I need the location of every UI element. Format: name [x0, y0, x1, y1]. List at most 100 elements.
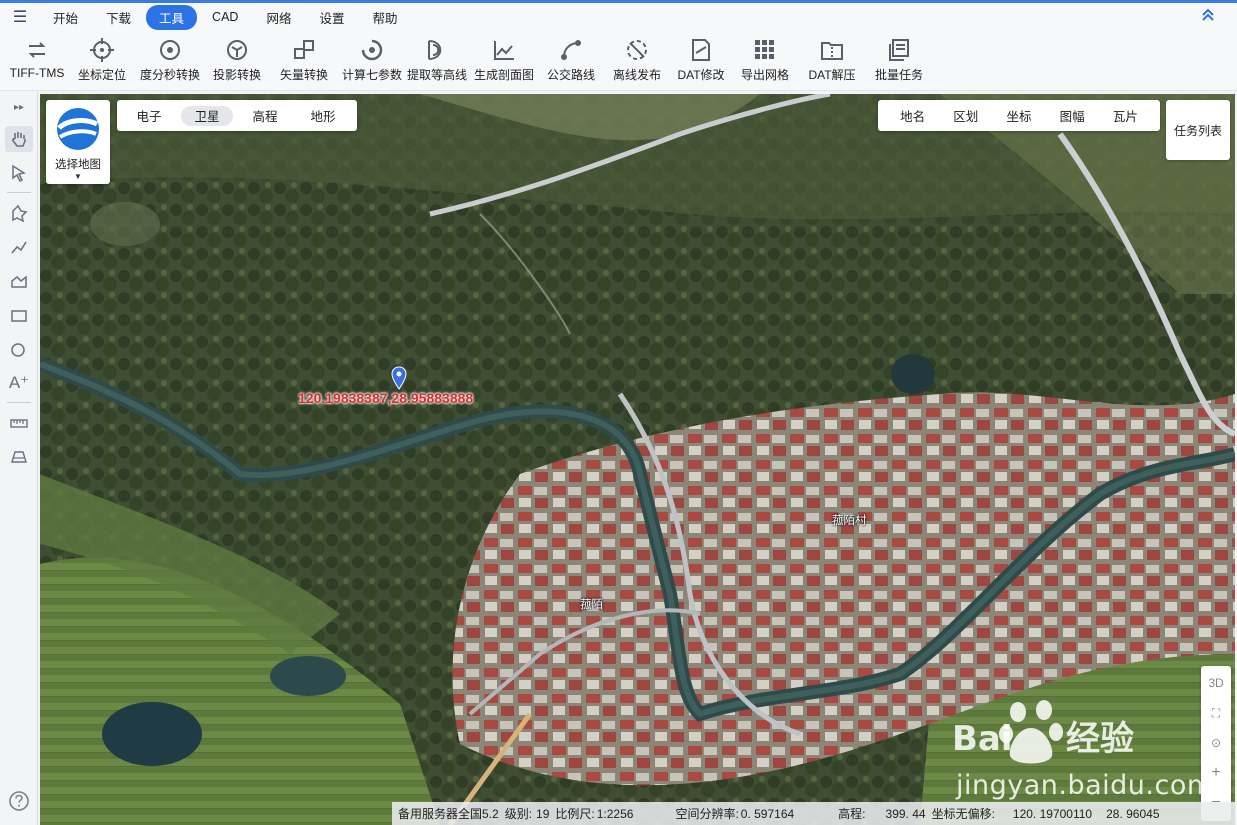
expand-panel-icon[interactable]: ▸▸	[5, 98, 33, 116]
tool-dat-unzip-button[interactable]: DAT解压	[798, 31, 866, 91]
status-server: 备用服务器全国5.2	[398, 807, 499, 821]
tool-label: 生成剖面图	[473, 68, 534, 82]
profile-icon	[494, 41, 514, 60]
place-label-hamlet: 菰陌	[580, 599, 603, 611]
tool-seven-params-button[interactable]: 计算七参数	[340, 31, 404, 91]
status-scale-label: 比例尺:	[555, 807, 595, 821]
marker-coordinate-label: 120.19838387,28.95883888	[298, 390, 474, 406]
status-elevation-label: 高程:	[838, 807, 866, 821]
measure-distance-icon[interactable]	[5, 410, 33, 436]
add-text-icon[interactable]: A⁺	[5, 370, 33, 396]
tool-offline-publish-button[interactable]: 离线发布	[604, 31, 670, 91]
tool-label: 提取等高线	[406, 68, 467, 82]
ribbon-toolbar: TIFF-TMS 坐标定位 度分秒转换 投影转换 矢量转换 计算七参数 提取等高…	[0, 31, 1237, 91]
select-arrow-icon[interactable]	[5, 160, 33, 186]
tool-dms-convert-button[interactable]: 度分秒转换	[134, 31, 206, 91]
tool-extract-contour-button[interactable]: 提取等高线	[404, 31, 470, 91]
swap-icon	[28, 42, 46, 58]
tool-projection-convert-button[interactable]: 投影转换	[206, 31, 268, 91]
menu-download[interactable]: 下载	[93, 5, 144, 30]
help-icon[interactable]	[8, 790, 30, 812]
select-map-label: 选择地图	[55, 159, 101, 171]
divider	[7, 402, 31, 403]
vector-icon	[294, 40, 314, 59]
layer-sheets[interactable]: 图幅	[1060, 106, 1085, 125]
menu-tools[interactable]: 工具	[146, 4, 198, 30]
measure-area-icon[interactable]	[5, 444, 33, 470]
tool-label: 离线发布	[612, 68, 661, 82]
draw-circle-icon[interactable]	[5, 336, 33, 362]
divider	[7, 192, 31, 193]
map-type-elevation[interactable]: 高程	[239, 106, 291, 126]
contour-icon	[428, 40, 442, 60]
map-controls: 3D ⛶ ⊙ + −	[1201, 666, 1231, 821]
task-list-button[interactable]: 任务列表	[1166, 100, 1230, 160]
bus-route-icon	[561, 40, 581, 60]
menu-start[interactable]: 开始	[40, 5, 91, 30]
layer-coordinates[interactable]: 坐标	[1006, 106, 1031, 125]
select-map-button[interactable]: 选择地图 ▼	[46, 100, 110, 184]
layer-toggles: 地名 区划 坐标 图幅 瓦片	[878, 100, 1160, 131]
layer-divisions[interactable]: 区划	[953, 106, 978, 125]
status-resolution-value: 0. 597164	[740, 806, 795, 821]
place-label-village: 菰陌村	[832, 515, 867, 527]
svg-text:Bai: Bai	[952, 719, 1013, 759]
left-toolbar: ▸▸ A⁺	[0, 92, 38, 825]
hamburger-icon[interactable]: ☰	[0, 3, 40, 31]
map-type-terrain[interactable]: 地形	[297, 106, 349, 126]
tool-tiff-tms-button[interactable]: TIFF-TMS	[4, 31, 70, 91]
tool-label: DAT修改	[677, 68, 725, 82]
map-view[interactable]: 选择地图 ▼ 电子 卫星 高程 地形 地名 区划 坐标 图幅 瓦片 任务列表 1…	[40, 94, 1235, 825]
toggle-3d-button[interactable]: 3D	[1201, 668, 1231, 698]
tool-label: 度分秒转换	[139, 68, 200, 82]
map-type-satellite[interactable]: 卫星	[181, 105, 233, 126]
menu-settings[interactable]: 设置	[306, 5, 357, 30]
caret-down-icon: ▼	[74, 172, 82, 181]
globe-icon	[57, 108, 99, 150]
tool-batch-task-button[interactable]: 批量任务	[866, 31, 932, 91]
menu-cad[interactable]: CAD	[199, 7, 251, 27]
map-type-switcher: 电子 卫星 高程 地形	[117, 100, 357, 131]
projection-icon	[227, 40, 247, 60]
tool-vector-convert-button[interactable]: 矢量转换	[268, 31, 340, 91]
tool-label: DAT解压	[808, 68, 856, 82]
status-resolution-label: 空间分辨率:	[675, 807, 739, 821]
menu-help[interactable]: 帮助	[359, 5, 410, 30]
tool-dat-edit-button[interactable]: DAT修改	[670, 31, 732, 91]
layer-tiles[interactable]: 瓦片	[1113, 106, 1138, 125]
locate-icon[interactable]: ⊙	[1201, 728, 1231, 758]
watermark-url: jingyan.baidu.com	[956, 770, 1214, 801]
tool-export-grid-button[interactable]: 导出网格	[732, 31, 798, 91]
tool-bus-route-button[interactable]: 公交路线	[538, 31, 604, 91]
tool-label: 批量任务	[874, 68, 923, 82]
calculate-icon	[361, 39, 383, 61]
map-type-electronic[interactable]: 电子	[123, 106, 175, 126]
menu-network[interactable]: 网络	[253, 5, 304, 30]
status-coord-label: 坐标无偏移:	[931, 807, 995, 821]
tool-label: 公交路线	[546, 68, 595, 82]
menu-bar: ☰ 开始 下载 工具 CAD 网络 设置 帮助	[0, 3, 1237, 31]
zoom-in-button[interactable]: +	[1201, 758, 1231, 788]
location-pin-icon[interactable]	[391, 366, 407, 390]
draw-rectangle-icon[interactable]	[5, 302, 33, 328]
tool-profile-button[interactable]: 生成剖面图	[470, 31, 538, 91]
pan-hand-icon[interactable]	[5, 126, 33, 152]
status-level-label: 级别:	[504, 807, 533, 821]
status-elevation-value: 399. 44	[885, 806, 926, 821]
status-scale-value: 1:2256	[596, 806, 634, 821]
draw-polygon-icon[interactable]	[5, 200, 33, 226]
tool-label: TIFF-TMS	[9, 66, 65, 80]
draw-line-icon[interactable]	[5, 234, 33, 260]
layer-place-names[interactable]: 地名	[900, 106, 925, 125]
draw-area-icon[interactable]	[5, 268, 33, 294]
tool-label: 矢量转换	[279, 68, 328, 82]
status-coord-x: 120. 19700110	[1012, 806, 1093, 821]
tool-coordinate-locate-button[interactable]: 坐标定位	[70, 31, 134, 91]
status-level-value: 19	[536, 806, 550, 821]
crosshair-icon	[90, 38, 114, 62]
tool-label: 导出网格	[740, 68, 789, 82]
double-chevron-up-icon[interactable]	[1201, 8, 1215, 25]
dat-edit-icon	[692, 39, 710, 61]
tool-label: 计算七参数	[341, 68, 402, 82]
fullscreen-icon[interactable]: ⛶	[1201, 698, 1231, 728]
